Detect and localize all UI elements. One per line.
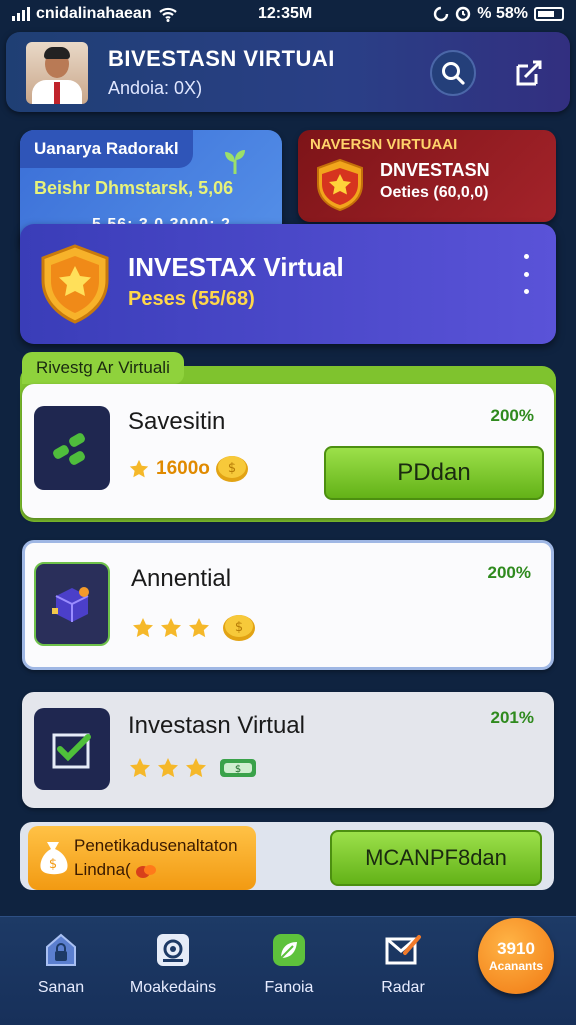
portfolio-value: Beishr Dhmstarsk, 5,06 bbox=[34, 178, 234, 198]
edit-button[interactable] bbox=[506, 50, 552, 96]
svg-text:$: $ bbox=[228, 461, 236, 476]
svg-text:$: $ bbox=[49, 857, 57, 872]
section-tag: Rivestg Ar Virtuali bbox=[22, 352, 184, 384]
mail-edit-icon bbox=[385, 935, 421, 965]
nav-label-radar: Radar bbox=[381, 979, 425, 996]
list-item[interactable]: Annential 200% $ bbox=[22, 540, 554, 670]
invest-button[interactable]: PDdan bbox=[324, 446, 544, 500]
featured-investment-title: INVESTAX Virtual bbox=[128, 252, 344, 282]
svg-text:$: $ bbox=[235, 764, 241, 775]
star-icon bbox=[133, 618, 153, 638]
leaf-icon bbox=[273, 934, 305, 966]
more-options-icon[interactable] bbox=[516, 254, 536, 294]
item-name: Annential bbox=[131, 565, 232, 592]
page-title: BIVESTASN VIRTUAI bbox=[108, 46, 335, 71]
camera-icon bbox=[157, 934, 189, 966]
investment-card-red[interactable]: NAVERSN VIRTUAAI DNVESTASN Oeties (60,0,… bbox=[298, 130, 556, 222]
coin-icon: $ bbox=[215, 456, 248, 482]
status-bar: cnidalinahaean 12:35M % 58% bbox=[0, 0, 576, 28]
item-rating: $ bbox=[128, 756, 258, 780]
list-item[interactable]: Savesitin 200% 1600o $ PDdan bbox=[22, 384, 554, 518]
avatar[interactable] bbox=[26, 42, 88, 104]
star-icon bbox=[130, 758, 150, 778]
star-icon bbox=[189, 618, 209, 638]
page-subtitle: Andoia: 0X) bbox=[108, 78, 203, 98]
accounts-fab-button[interactable]: 3910 Acanants bbox=[478, 918, 554, 994]
signal-icon bbox=[12, 7, 30, 21]
nav-item-radar[interactable]: Radar bbox=[348, 931, 458, 997]
featured-investment-card[interactable]: INVESTAX Virtual Peses (55/68) bbox=[20, 224, 556, 344]
star-icon bbox=[186, 758, 206, 778]
status-left: cnidalinahaean bbox=[12, 5, 178, 23]
checklist-icon bbox=[34, 708, 110, 790]
fab-count: 3910 bbox=[497, 939, 535, 958]
promo-card[interactable]: $ Penetikadusenaltaton Lindna( bbox=[28, 826, 256, 890]
search-icon bbox=[442, 62, 465, 85]
svg-text:$: $ bbox=[235, 620, 243, 635]
carrier-name: cnidalinahaean bbox=[36, 5, 152, 22]
home-lock-icon bbox=[46, 933, 76, 966]
nav-item-finance[interactable]: Fanoia bbox=[234, 931, 344, 997]
nav-label-finance: Fanoia bbox=[264, 979, 314, 996]
shield-star-icon bbox=[317, 158, 363, 212]
edit-icon bbox=[516, 60, 542, 86]
star-icon bbox=[161, 618, 181, 638]
coin-icon: $ bbox=[223, 615, 255, 641]
cash-stack-icon bbox=[34, 406, 110, 490]
item-percent: 200% bbox=[487, 563, 531, 582]
star-icon bbox=[129, 459, 149, 478]
promo-subtitle-text: Lindna( bbox=[74, 860, 131, 879]
wifi-icon bbox=[158, 7, 177, 22]
nav-label-media: Moakedains bbox=[129, 979, 217, 996]
nav-item-media[interactable]: Moakedains bbox=[118, 931, 228, 997]
fab-label: Acanants bbox=[488, 959, 544, 973]
item-percent: 200% bbox=[490, 406, 534, 425]
item-amount: 1600o bbox=[156, 458, 210, 479]
promo-subtitle: Lindna( bbox=[74, 860, 157, 880]
investment-card-sub: Oeties (60,0,0) bbox=[380, 184, 489, 201]
star-icon bbox=[158, 758, 178, 778]
item-rating: 1600o $ bbox=[128, 454, 250, 484]
money-bag-icon: $ bbox=[40, 842, 68, 875]
item-name: Investasn Virtual bbox=[128, 712, 305, 739]
battery-percent: % 58% bbox=[477, 5, 528, 22]
search-button[interactable] bbox=[430, 50, 476, 96]
sync-icon bbox=[434, 6, 449, 22]
status-time: 12:35M bbox=[258, 5, 313, 22]
promo-title: Penetikadusenaltaton bbox=[74, 836, 238, 855]
profile-header: BIVESTASN VIRTUAI Andoia: 0X) bbox=[6, 32, 570, 112]
cash-icon: $ bbox=[220, 759, 256, 777]
battery-icon bbox=[534, 7, 564, 21]
coins-icon bbox=[136, 864, 157, 878]
investment-card-title: NAVERSN VIRTUAAI bbox=[310, 136, 458, 153]
crypto-box-icon bbox=[34, 562, 110, 646]
portfolio-tag: Uanarya Radorakl bbox=[20, 130, 193, 168]
shield-star-icon bbox=[41, 244, 109, 324]
item-rating: $ bbox=[131, 613, 257, 643]
list-item[interactable]: Investasn Virtual 201% $ bbox=[22, 692, 554, 808]
promo-button[interactable]: MCANPF8dan bbox=[330, 830, 542, 886]
featured-investment-subtitle: Peses (55/68) bbox=[128, 288, 255, 310]
sprout-icon bbox=[225, 150, 245, 174]
nav-item-home[interactable]: Sanan bbox=[6, 931, 116, 997]
nav-label-home: Sanan bbox=[37, 979, 85, 996]
item-percent: 201% bbox=[490, 708, 534, 727]
item-name: Savesitin bbox=[128, 408, 226, 435]
alarm-icon bbox=[456, 6, 471, 22]
status-right: % 58% bbox=[433, 5, 564, 23]
investment-card-name: DNVESTASN bbox=[380, 160, 490, 180]
